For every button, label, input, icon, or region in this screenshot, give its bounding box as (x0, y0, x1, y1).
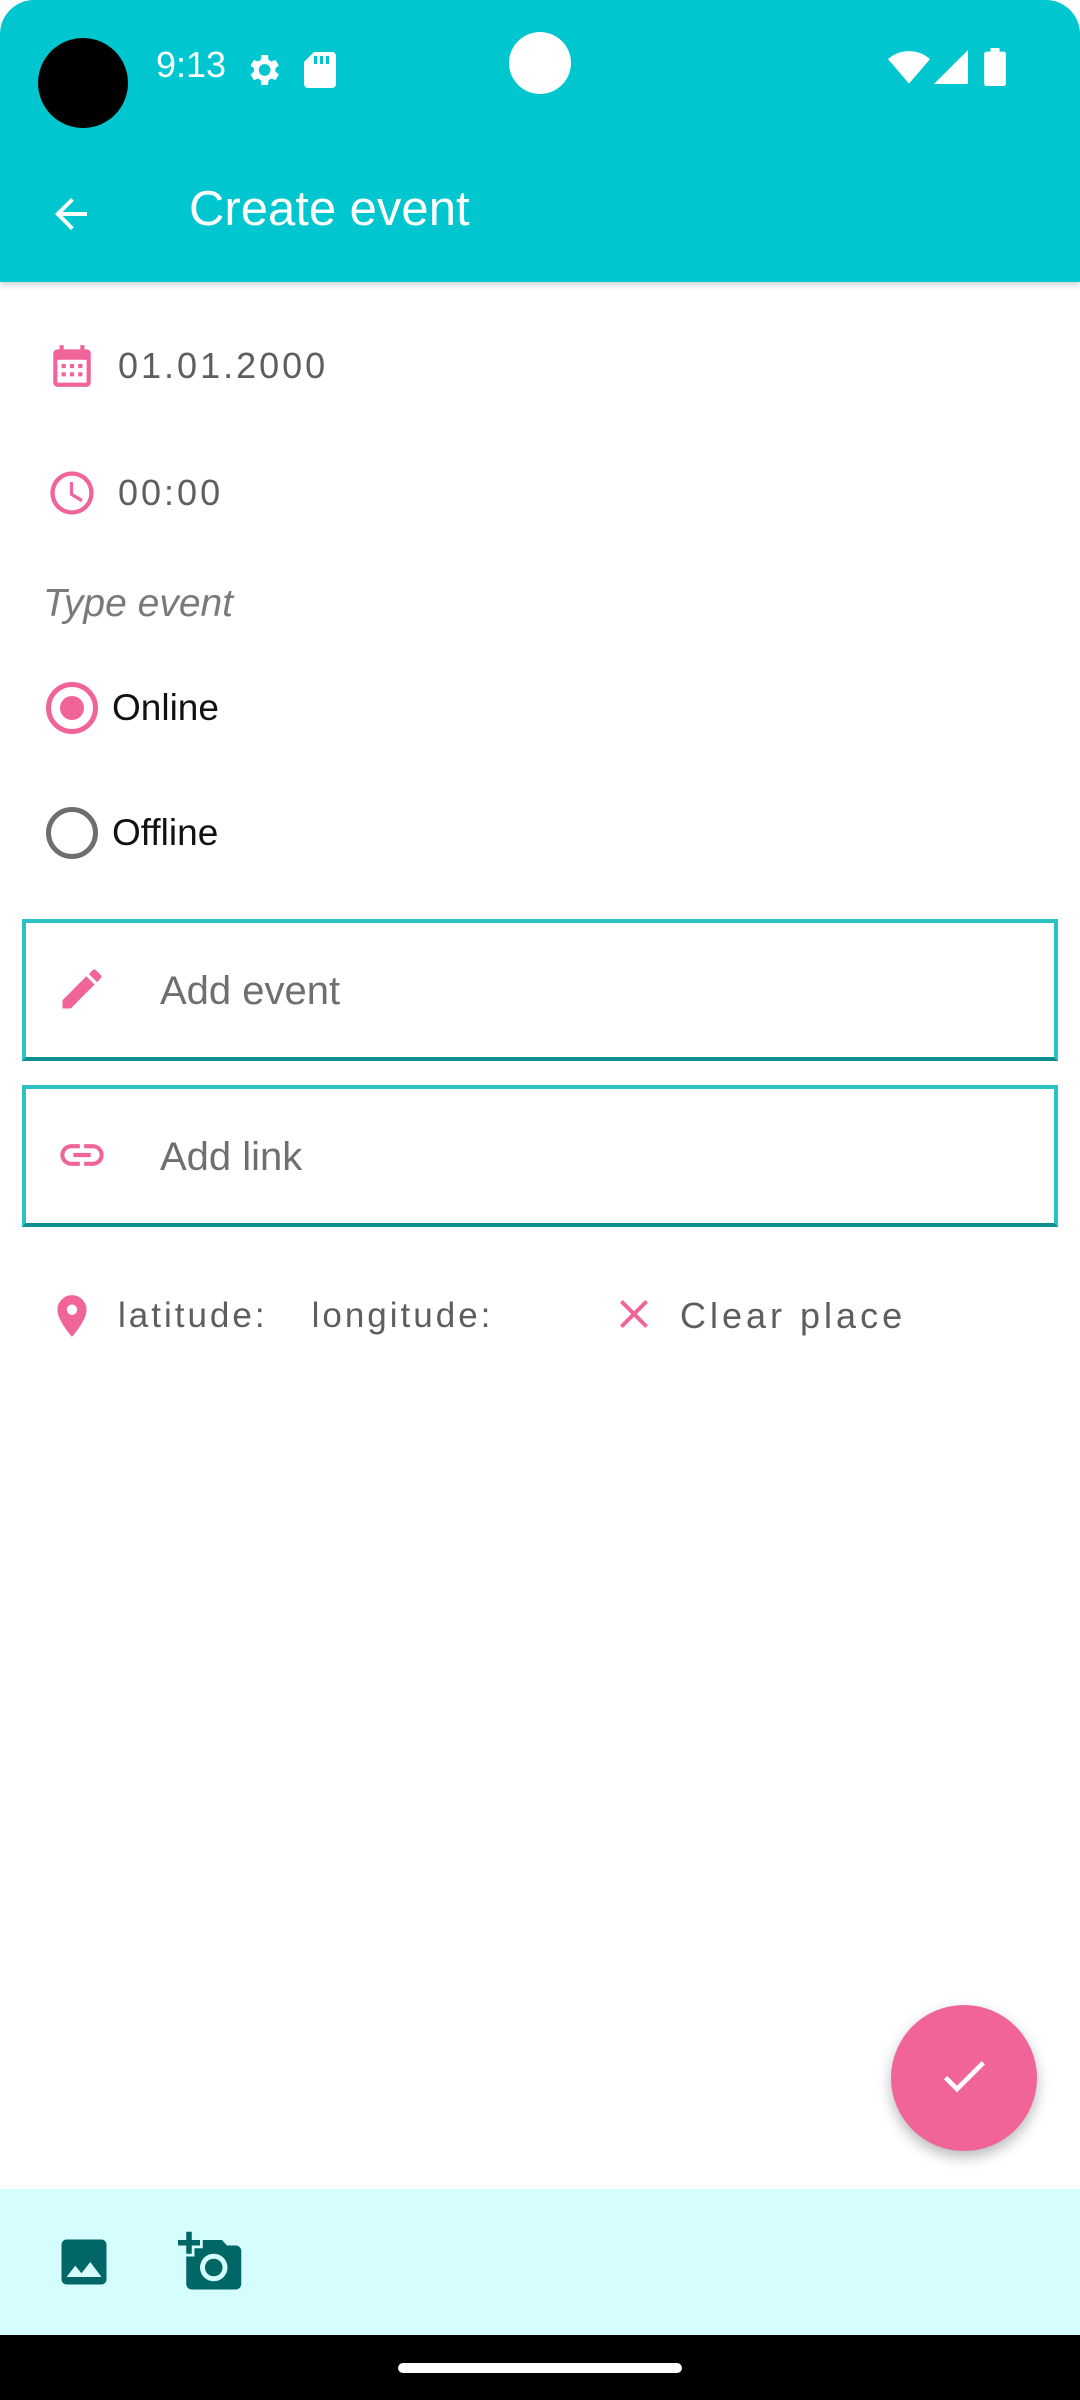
location-pin-icon[interactable] (46, 1290, 98, 1342)
clear-place-label: Clear place (680, 1295, 907, 1336)
time-value: 00:00 (118, 472, 224, 513)
status-time: 9:13 (156, 44, 227, 85)
pencil-icon (56, 963, 108, 1015)
home-handle[interactable] (398, 2363, 682, 2373)
clock-icon (46, 467, 98, 519)
radio-online[interactable]: Online (46, 682, 219, 734)
type-event-label: Type event (43, 582, 234, 625)
date-picker[interactable]: 01.01.2000 (46, 340, 328, 392)
clear-place-button[interactable]: Clear place (610, 1286, 906, 1346)
link-field[interactable] (22, 1085, 1058, 1227)
bottom-bar (0, 2189, 1080, 2335)
front-sensor (509, 32, 571, 94)
arrow-back-icon (47, 190, 95, 242)
image-icon (54, 2232, 114, 2296)
radio-offline-indicator[interactable] (46, 807, 98, 859)
date-value: 01.01.2000 (118, 345, 329, 386)
radio-offline[interactable]: Offline (46, 807, 218, 859)
page-title: Create event (189, 182, 470, 236)
event-field[interactable] (22, 919, 1058, 1061)
pick-image-button[interactable] (45, 2225, 123, 2303)
take-photo-button[interactable] (172, 2225, 250, 2303)
calendar-icon (46, 340, 98, 392)
battery-icon (984, 48, 1006, 90)
latitude-label: latitude: (118, 1296, 268, 1335)
signal-icon (934, 50, 968, 88)
check-icon (936, 2048, 992, 2108)
link-input[interactable] (160, 1119, 1020, 1195)
system-nav-bar (0, 2335, 1080, 2400)
status-bar: 9:13 (0, 0, 1080, 135)
wifi-icon (888, 50, 930, 88)
add-camera-icon (178, 2229, 244, 2299)
settings-icon (243, 50, 283, 94)
event-input[interactable] (160, 953, 1020, 1029)
sd-card-icon (304, 52, 336, 92)
radio-offline-label: Offline (112, 812, 219, 853)
radio-online-indicator[interactable] (46, 682, 98, 734)
location-row: latitude: longitude: (46, 1286, 493, 1346)
close-icon (610, 1290, 658, 1342)
radio-online-label: Online (112, 687, 219, 728)
back-button[interactable] (30, 175, 112, 257)
app-bar: Create event (0, 135, 1080, 282)
save-event-button[interactable] (891, 2005, 1037, 2151)
time-picker[interactable]: 00:00 (46, 467, 223, 519)
link-icon (56, 1129, 108, 1181)
camera-cutout (38, 38, 128, 128)
longitude-label: longitude: (311, 1296, 494, 1335)
